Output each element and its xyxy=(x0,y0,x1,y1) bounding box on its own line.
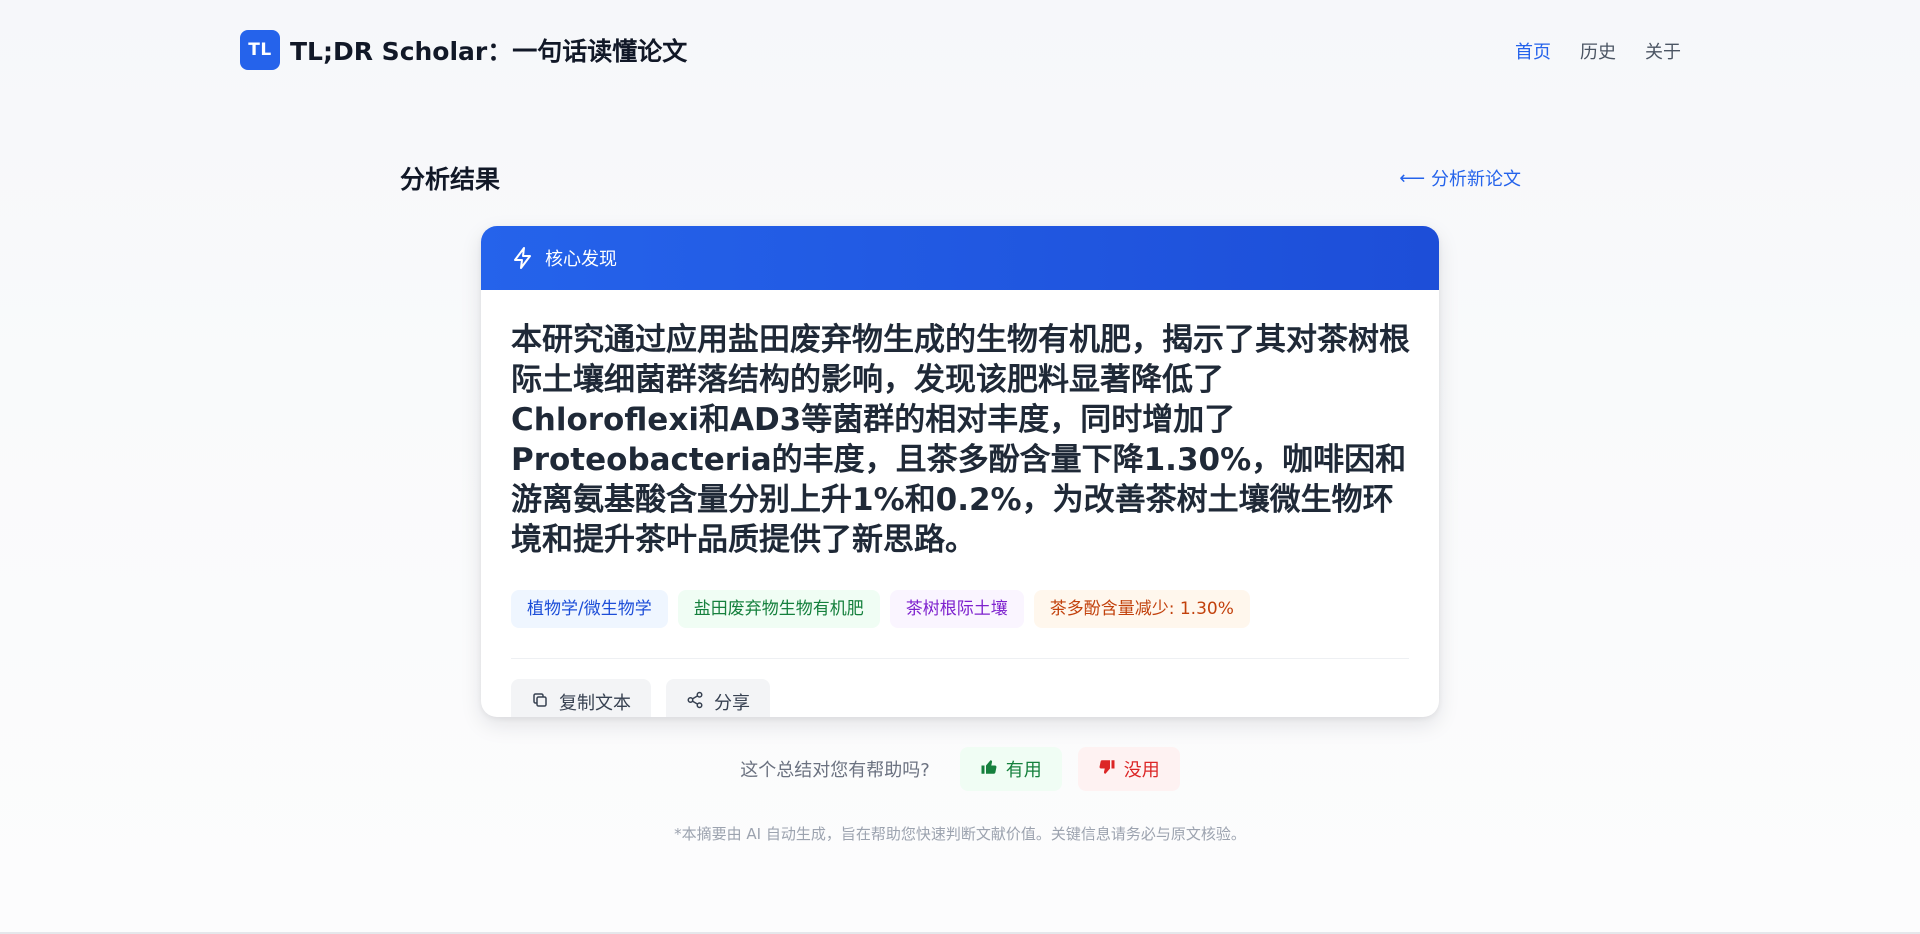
result-card: 核心发现 本研究通过应用盐田废弃物生成的生物有机肥，揭示了其对茶树根际土壤细菌群… xyxy=(481,226,1439,717)
useless-button[interactable]: 没用 xyxy=(1077,747,1180,791)
tag-list: 植物学/微生物学 盐田废弃物生物有机肥 茶树根际土壤 茶多酚含量减少: 1.30… xyxy=(511,590,1409,628)
nav-home[interactable]: 首页 xyxy=(1515,38,1551,64)
top-header: TL TL;DR Scholar：一句话读懂论文 首页 历史 关于 xyxy=(0,0,1920,100)
nav-history[interactable]: 历史 xyxy=(1580,38,1616,64)
app-title: TL;DR Scholar：一句话读懂论文 xyxy=(290,37,688,66)
share-button[interactable]: 分享 xyxy=(666,679,770,717)
logo-badge: TL xyxy=(240,30,280,70)
lightning-icon xyxy=(511,246,535,270)
card-body: 本研究通过应用盐田废弃物生成的生物有机肥，揭示了其对茶树根际土壤细菌群落结构的影… xyxy=(481,290,1439,717)
main-nav: 首页 历史 关于 xyxy=(1515,38,1681,64)
feedback-question: 这个总结对您有帮助吗? xyxy=(740,760,930,781)
card-header: 核心发现 xyxy=(481,226,1439,290)
summary-text: 本研究通过应用盐田废弃物生成的生物有机肥，揭示了其对茶树根际土壤细菌群落结构的影… xyxy=(511,322,1410,558)
nav-about[interactable]: 关于 xyxy=(1645,38,1681,64)
feedback-bar: 这个总结对您有帮助吗? 有用 没用 xyxy=(0,747,1920,791)
analyze-new-paper-link[interactable]: ⟵ 分析新论文 xyxy=(1399,165,1521,191)
ai-disclaimer: *本摘要由 AI 自动生成，旨在帮助您快速判断文献价值。关键信息请务必与原文核验… xyxy=(674,825,1246,843)
tag-result: 茶多酚含量减少: 1.30% xyxy=(1033,590,1250,628)
tag-subject: 茶树根际土壤 xyxy=(889,590,1024,628)
analyze-new-paper-label: 分析新论文 xyxy=(1431,169,1521,190)
page-title: 分析结果 xyxy=(400,165,501,194)
tag-treatment: 盐田废弃物生物有机肥 xyxy=(677,590,880,628)
logo[interactable]: TL TL;DR Scholar：一句话读懂论文 xyxy=(240,30,687,70)
card-actions: 复制文本 分享 xyxy=(511,679,1409,717)
copy-text-label: 复制文本 xyxy=(559,693,631,714)
card-header-label: 核心发现 xyxy=(545,249,617,270)
share-icon xyxy=(686,691,704,714)
copy-text-button[interactable]: 复制文本 xyxy=(511,679,651,717)
useful-button[interactable]: 有用 xyxy=(959,747,1062,791)
useless-label: 没用 xyxy=(1123,760,1160,781)
thumbs-down-icon xyxy=(1098,758,1116,781)
tag-field: 植物学/微生物学 xyxy=(511,590,668,628)
card-divider xyxy=(511,658,1409,659)
useful-label: 有用 xyxy=(1005,760,1042,781)
copy-icon xyxy=(531,691,549,714)
arrow-left-icon: ⟵ xyxy=(1399,167,1425,189)
share-label: 分享 xyxy=(714,693,750,714)
thumbs-up-icon xyxy=(980,758,998,781)
